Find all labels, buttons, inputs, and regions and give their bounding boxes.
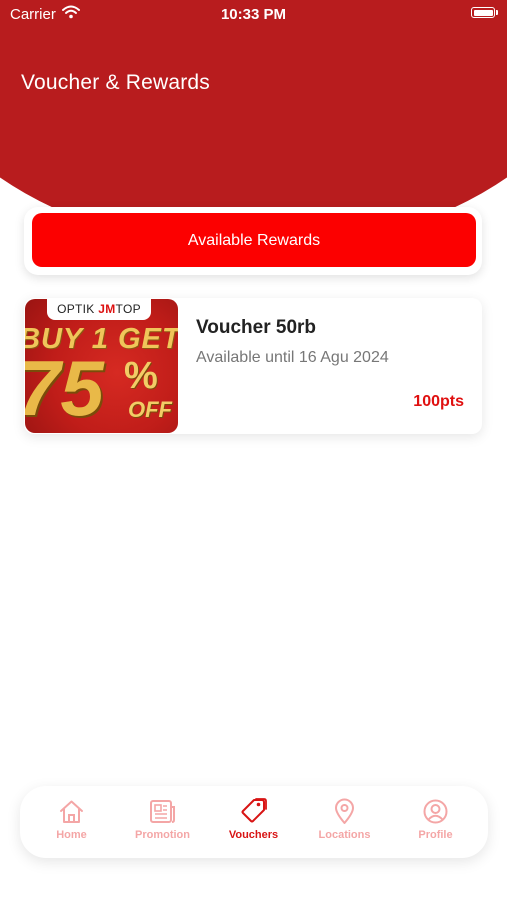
rewards-button-container: Available Rewards: [24, 207, 482, 275]
voucher-validity: Available until 16 Agu 2024: [196, 349, 389, 366]
tab-vouchers-label: Vouchers: [228, 829, 279, 841]
promo-percent: %: [124, 355, 158, 397]
voucher-promo-image: OPTIK JMTOP BUY 1 GET 75 % OFF: [25, 299, 178, 433]
tab-locations[interactable]: Locations: [298, 786, 391, 858]
user-circle-icon: [422, 798, 449, 825]
voucher-card[interactable]: OPTIK JMTOP BUY 1 GET 75 % OFF Voucher 5…: [24, 298, 482, 434]
voucher-points: 100pts: [413, 393, 464, 410]
logo-prefix: OPTIK: [57, 302, 95, 316]
optik-jmtop-logo: OPTIK JMTOP: [47, 299, 151, 320]
available-rewards-button[interactable]: Available Rewards: [32, 213, 476, 267]
battery-icon: [471, 7, 495, 18]
tag-icon: [240, 798, 267, 825]
newspaper-icon: [149, 798, 176, 825]
tab-locations-label: Locations: [318, 829, 371, 841]
promo-number: 75: [25, 344, 104, 432]
battery-tip: [496, 10, 498, 15]
voucher-title: Voucher 50rb: [196, 317, 317, 338]
tab-profile-label: Profile: [418, 829, 453, 841]
status-bar: Carrier 10:33 PM: [0, 0, 507, 30]
logo-brand-jm: JM: [98, 302, 116, 316]
tab-home-label: Home: [56, 829, 87, 841]
tab-home[interactable]: Home: [25, 786, 118, 858]
tab-promotion[interactable]: Promotion: [116, 786, 209, 858]
tab-profile[interactable]: Profile: [389, 786, 482, 858]
bottom-tab-bar: Home Promotion Vouchers Locations Profil…: [20, 786, 488, 858]
home-icon: [58, 798, 85, 825]
page-title: Voucher & Rewards: [21, 71, 210, 94]
location-pin-icon: [331, 798, 358, 825]
logo-brand-top: TOP: [115, 302, 141, 316]
tab-promotion-label: Promotion: [135, 829, 190, 841]
promo-off: OFF: [128, 397, 172, 422]
tab-vouchers[interactable]: Vouchers: [207, 786, 300, 858]
clock: 10:33 PM: [220, 6, 287, 23]
